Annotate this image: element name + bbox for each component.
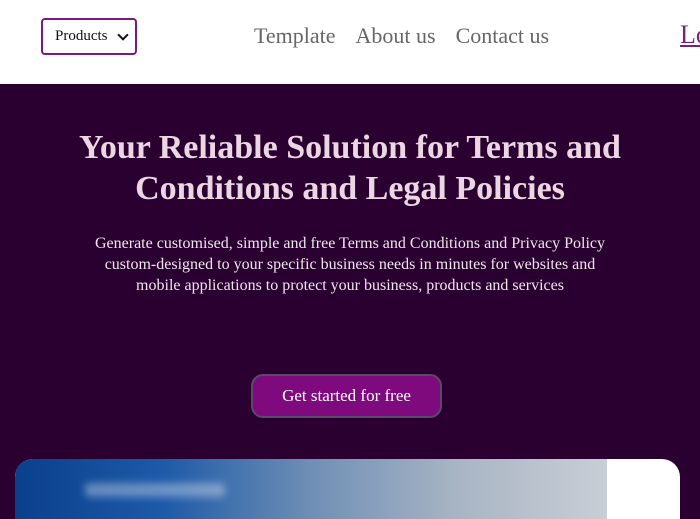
- nav-link-template[interactable]: Template: [254, 22, 336, 50]
- products-dropdown-value: Products: [55, 28, 108, 44]
- products-dropdown[interactable]: Products: [41, 18, 137, 55]
- top-navigation-bar: Products Template About us Contact us Lo: [0, 0, 700, 84]
- nav-link-about-us[interactable]: About us: [356, 22, 436, 50]
- hero-description: Generate customised, simple and free Ter…: [94, 235, 606, 294]
- main-nav: Template About us Contact us: [254, 22, 549, 50]
- preview-card: [15, 459, 680, 519]
- preview-image: [15, 459, 607, 519]
- get-started-button[interactable]: Get started for free: [251, 374, 442, 418]
- hero-section: Your Reliable Solution for Terms and Con…: [0, 84, 700, 519]
- nav-link-contact-us[interactable]: Contact us: [456, 22, 550, 50]
- hero-title: Your Reliable Solution for Terms and Con…: [79, 129, 621, 207]
- chevron-down-icon: [117, 28, 129, 41]
- preview-image-detail: [85, 483, 225, 497]
- login-link[interactable]: Lo: [680, 20, 700, 50]
